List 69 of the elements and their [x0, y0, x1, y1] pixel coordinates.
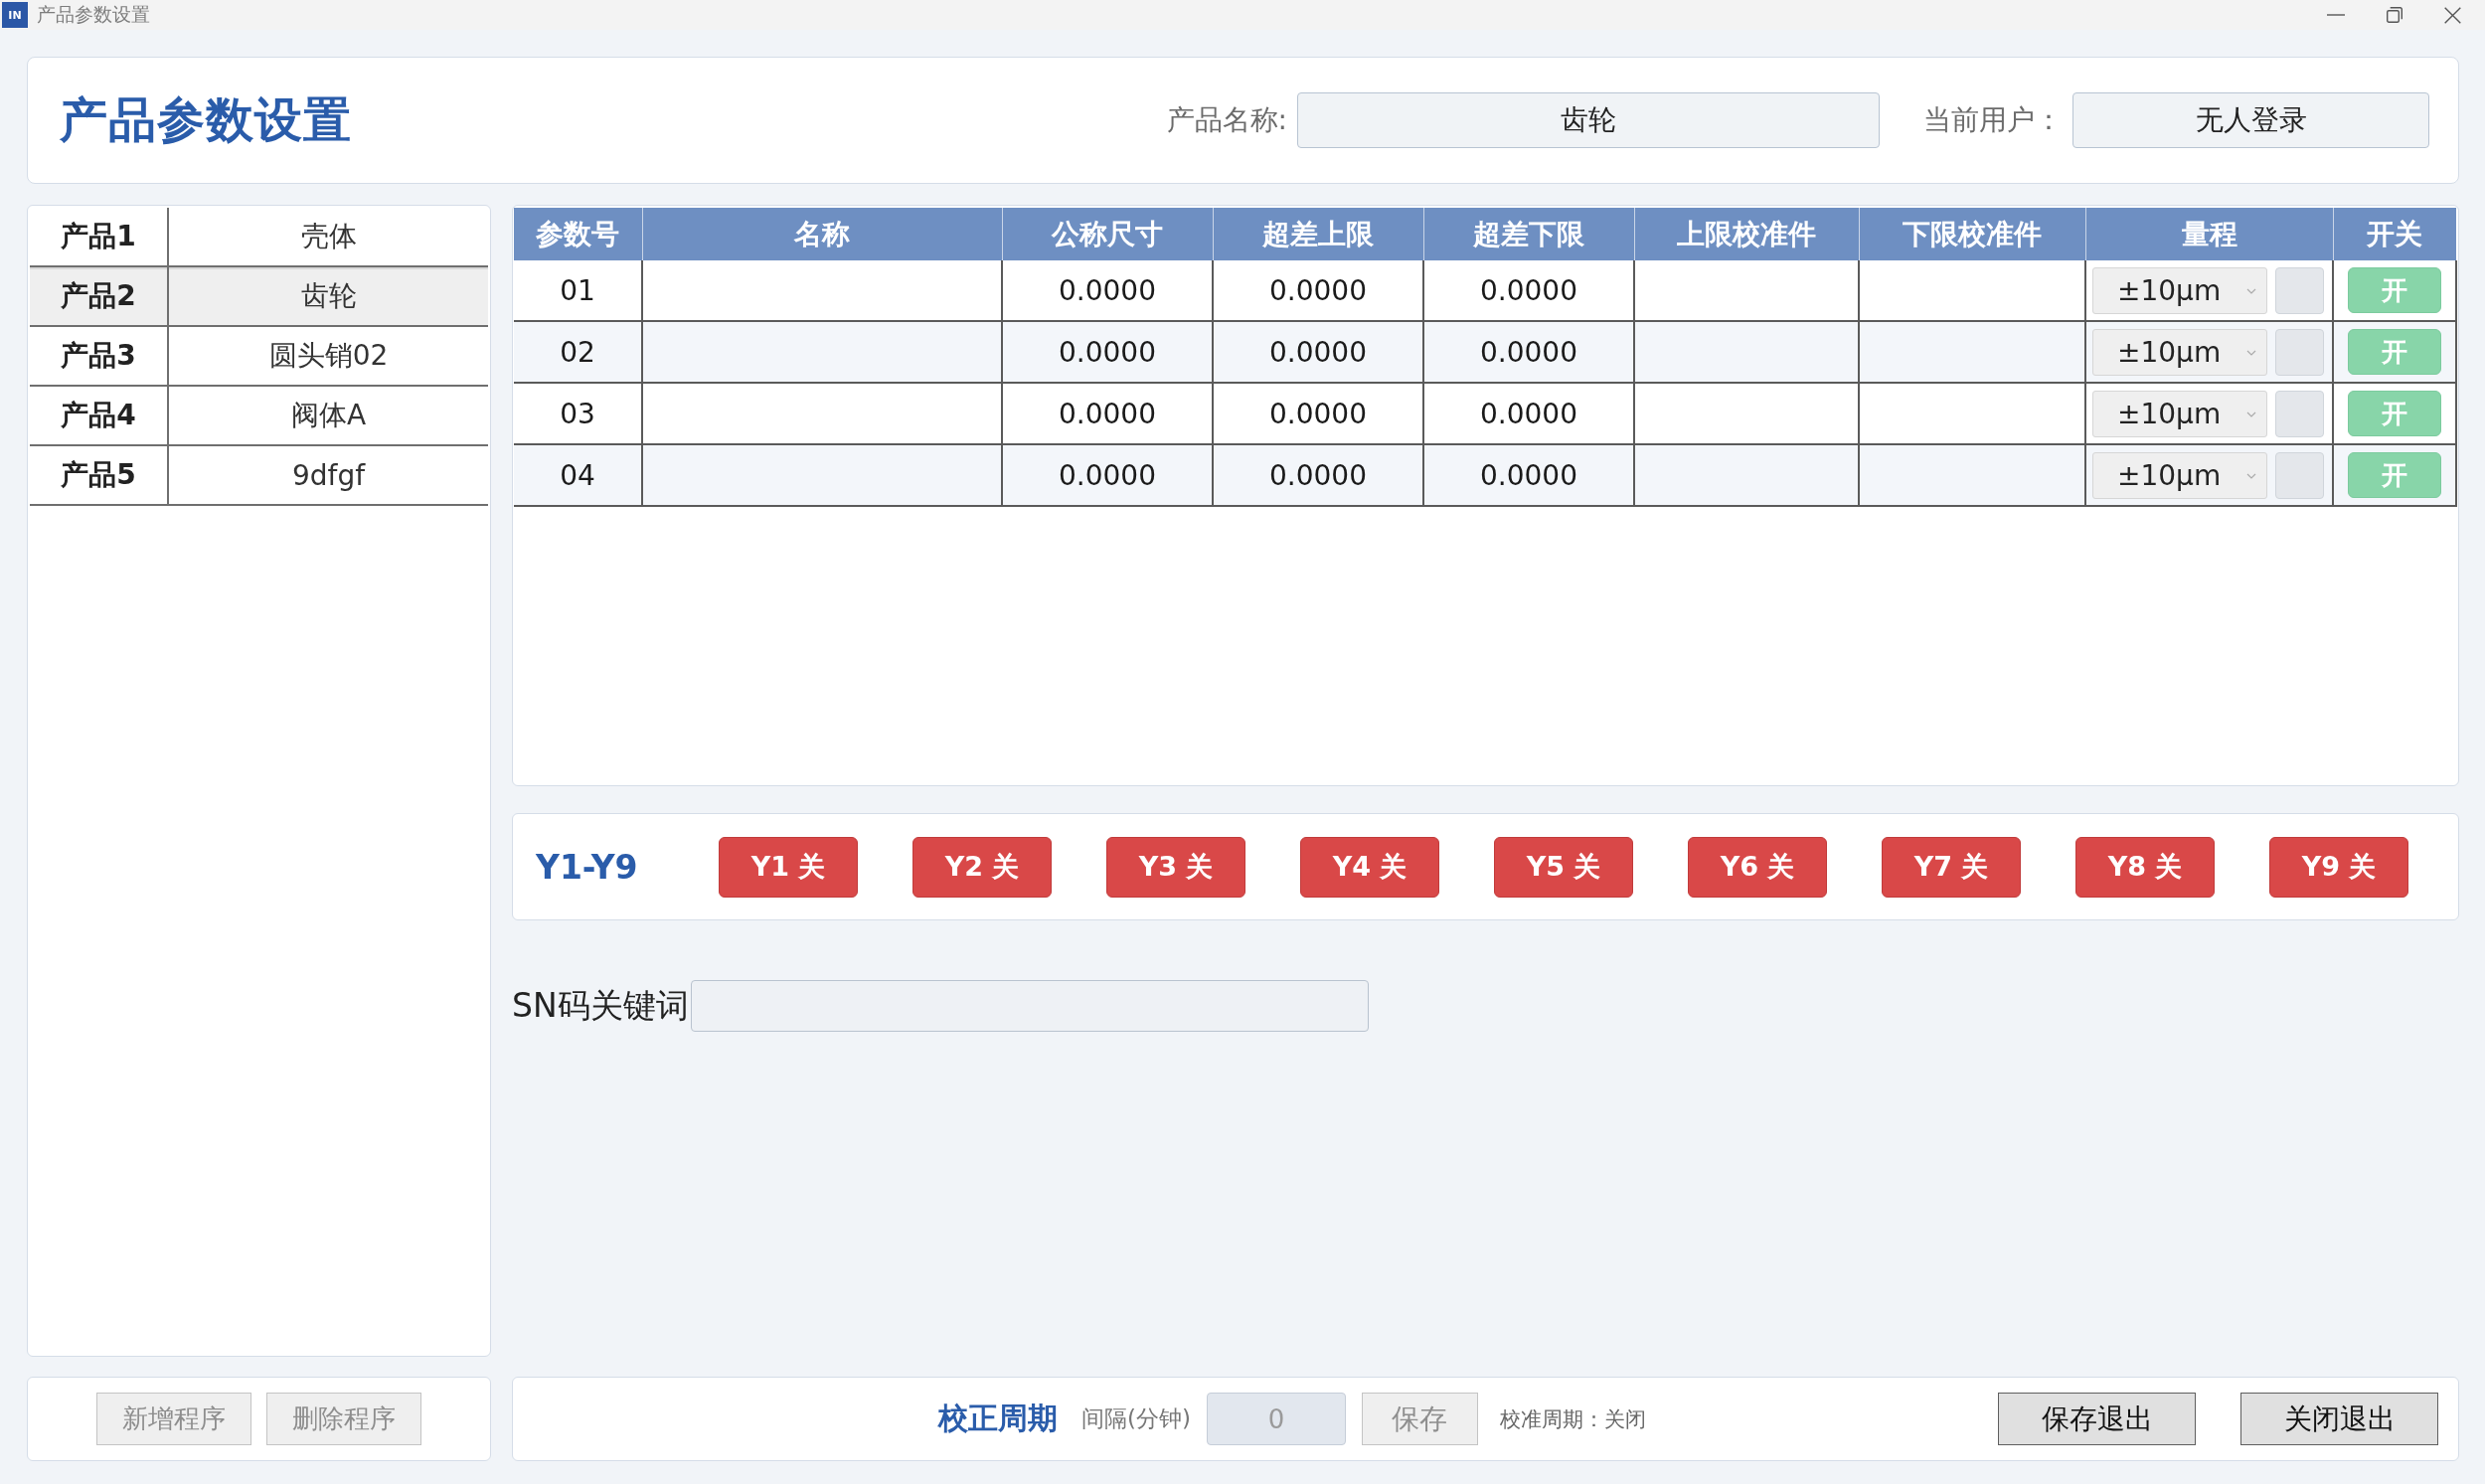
column-header: 公称尺寸	[1002, 208, 1213, 260]
product-name: 圆头销02	[267, 338, 390, 374]
column-header: 名称	[642, 208, 1002, 260]
exit-button[interactable]: 保存退出	[1998, 1393, 2196, 1445]
caret-icon	[2246, 472, 2256, 479]
product-list-item[interactable]: 产品2 齿轮	[30, 267, 488, 327]
product-list-item[interactable]: 产品5 9dfgf	[30, 446, 488, 506]
table-cell: 04	[514, 444, 642, 506]
output-toggle-button[interactable]: Y2 关	[912, 836, 1052, 898]
table-cell: 0.0000	[1213, 444, 1423, 506]
column-header: 超差下限	[1423, 208, 1634, 260]
exit-button[interactable]: 关闭退出	[2240, 1393, 2438, 1445]
product-name: 阀体A	[289, 398, 368, 433]
table-cell: 0.0000	[1002, 444, 1213, 506]
app-logo: IN	[2, 2, 28, 28]
table-cell: 0.0000	[1213, 321, 1423, 383]
product-number: 产品4	[30, 387, 169, 444]
sn-keyword-field[interactable]	[690, 980, 1369, 1032]
empty-tile	[2275, 328, 2324, 376]
table-cell: 0.0000	[1002, 321, 1213, 383]
table-cell: 0.0000	[1423, 321, 1634, 383]
product-name-field[interactable]: 齿轮	[1297, 92, 1880, 148]
current-user-label: 当前用户：	[1923, 102, 2063, 138]
caret-icon	[2246, 411, 2256, 417]
product-name: 齿轮	[299, 278, 358, 314]
empty-tile	[2275, 390, 2324, 437]
empty-tile	[2275, 266, 2324, 314]
product-name-label: 产品名称:	[1166, 102, 1287, 138]
current-user-field[interactable]: 无人登录	[2072, 92, 2429, 148]
range-dropdown[interactable]: ±10μm	[2092, 328, 2267, 376]
column-header: 超差上限	[1213, 208, 1423, 260]
output-toggle-button[interactable]: Y8 关	[2075, 836, 2215, 898]
caret-icon	[2246, 287, 2256, 294]
product-number: 产品3	[30, 327, 169, 385]
product-number: 产品2	[30, 267, 169, 325]
calibration-title: 校正周期	[938, 1400, 1058, 1437]
calibration-status: 校准周期：关闭	[1499, 1405, 1646, 1433]
output-toggle-button[interactable]: Y1 关	[719, 836, 858, 898]
window-title: 产品参数设置	[37, 2, 150, 27]
column-header: 上限校准件	[1634, 208, 1859, 260]
sn-keyword-label: SN码关键词	[512, 984, 689, 1027]
table-cell: 0.0000	[1423, 444, 1634, 506]
product-list-item[interactable]: 产品4 阀体A	[30, 387, 488, 446]
output-toggle-button[interactable]: Y6 关	[1688, 836, 1827, 898]
output-toggle-button[interactable]: Y5 关	[1494, 836, 1633, 898]
column-header: 下限校准件	[1859, 208, 2085, 260]
product-number: 产品1	[30, 208, 169, 265]
page-title: 产品参数设置	[60, 90, 352, 149]
range-dropdown[interactable]: ±10μm	[2092, 390, 2267, 437]
output-group-label: Y1-Y9	[536, 847, 639, 887]
close-icon[interactable]	[2444, 6, 2461, 24]
output-toggle-button[interactable]: Y4 关	[1300, 836, 1439, 898]
product-list-item[interactable]: 产品3 圆头销02	[30, 327, 488, 387]
restore-icon[interactable]	[2387, 7, 2402, 23]
product-number: 产品5	[30, 446, 169, 504]
output-toggle-button[interactable]: Y9 关	[2269, 836, 2408, 898]
column-header: 量程	[2085, 208, 2333, 260]
product-name: 壳体	[299, 219, 358, 254]
product-name: 9dfgf	[290, 457, 367, 494]
output-toggle-button[interactable]: Y7 关	[1882, 836, 2021, 898]
column-header: 参数号	[514, 208, 642, 260]
column-header: 开关	[2333, 208, 2456, 260]
output-toggle-button[interactable]: Y3 关	[1106, 836, 1245, 898]
empty-tile	[2275, 451, 2324, 499]
table-cell: 02	[514, 321, 642, 383]
caret-icon	[2246, 349, 2256, 356]
range-dropdown[interactable]: ±10μm	[2092, 266, 2267, 314]
interval-label: 间隔(分钟)	[1081, 1404, 1191, 1433]
range-dropdown[interactable]: ±10μm	[2092, 451, 2267, 499]
